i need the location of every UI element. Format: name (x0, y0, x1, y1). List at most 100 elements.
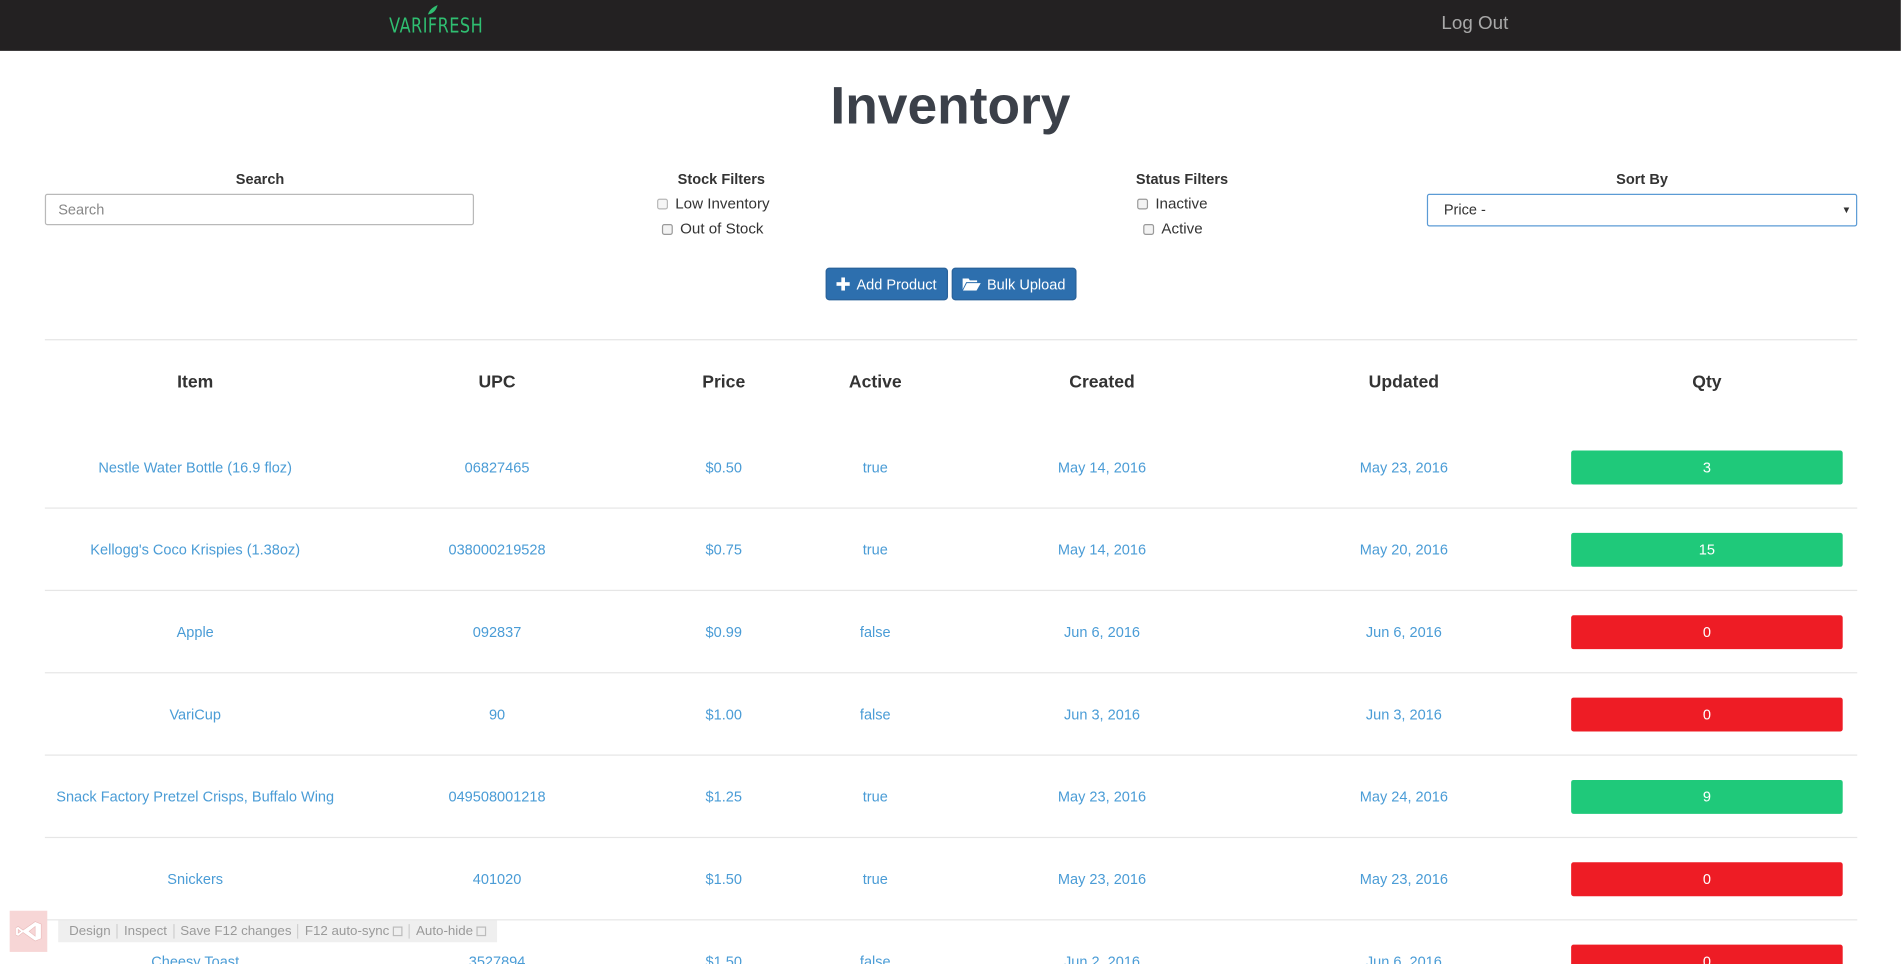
cell-upc[interactable]: 049508001218 (448, 788, 545, 805)
cell-active-flag[interactable]: false (860, 953, 891, 964)
cell-upc[interactable]: 90 (489, 706, 505, 723)
out-of-stock-filter[interactable]: Out of Stock (661, 220, 764, 238)
cell-updated-date[interactable]: Jun 3, 2016 (1366, 706, 1442, 723)
cell-active-flag[interactable]: false (860, 624, 891, 641)
cell-created-date[interactable]: Jun 2, 2016 (1064, 953, 1140, 964)
cell-updated-date[interactable]: May 24, 2016 (1360, 788, 1448, 805)
cell-item-name[interactable]: Nestle Water Bottle (16.9 floz) (98, 459, 292, 476)
cell-price[interactable]: $0.99 (706, 624, 742, 641)
out-of-stock-checkbox[interactable] (661, 223, 673, 235)
column-header-qty[interactable]: Qty (1692, 373, 1721, 392)
qty-badge: 15 (1571, 532, 1843, 567)
cell-created-date[interactable]: May 23, 2016 (1058, 788, 1146, 805)
column-header-created[interactable]: Created (1069, 373, 1134, 392)
cell-created-date[interactable]: May 23, 2016 (1058, 871, 1146, 888)
cell-upc[interactable]: 401020 (473, 871, 522, 888)
cell-upc[interactable]: 06827465 (465, 459, 530, 476)
save-f12-changes-button[interactable]: Save F12 changes (174, 924, 297, 939)
cell-price[interactable]: $0.50 (706, 459, 742, 476)
out-of-stock-label: Out of Stock (680, 220, 764, 238)
cell-price[interactable]: $1.50 (706, 953, 742, 964)
column-header-updated[interactable]: Updated (1369, 373, 1439, 392)
row-divider (44, 589, 1858, 592)
plus-icon (837, 277, 851, 291)
cell-active-flag[interactable]: true (863, 788, 888, 805)
design-toggle[interactable]: Design (63, 924, 117, 939)
column-header-item[interactable]: Item (177, 373, 213, 392)
cell-item-name[interactable]: Snickers (167, 871, 223, 888)
cell-active-flag[interactable]: false (860, 706, 891, 723)
cell-updated-date[interactable]: May 23, 2016 (1360, 871, 1448, 888)
f12-auto-sync-label: F12 auto-sync (304, 924, 390, 939)
search-input[interactable] (44, 193, 475, 226)
brand-logo[interactable]: VARIFRESH (389, 4, 510, 42)
low-inventory-checkbox[interactable] (657, 198, 668, 209)
cell-item-name[interactable]: Apple (177, 624, 214, 641)
qty-badge: 0 (1571, 615, 1843, 650)
auto-hide-toggle[interactable]: Auto-hide (410, 924, 493, 939)
cell-price[interactable]: $1.00 (706, 706, 742, 723)
cell-price[interactable]: $1.50 (706, 871, 742, 888)
cell-item-name[interactable]: VariCup (169, 706, 220, 723)
cell-updated-date[interactable]: Jun 6, 2016 (1366, 953, 1442, 964)
cell-active-flag[interactable]: true (863, 871, 888, 888)
brand-text: VARIFRESH (389, 13, 484, 39)
auto-hide-checkbox[interactable] (476, 926, 487, 937)
inactive-filter[interactable]: Inactive (1137, 195, 1208, 212)
active-checkbox[interactable] (1143, 223, 1155, 235)
cell-updated-date[interactable]: Jun 6, 2016 (1366, 624, 1442, 641)
cell-created-date[interactable]: May 14, 2016 (1058, 541, 1146, 558)
page-title: Inventory (830, 76, 1071, 136)
cell-item-name[interactable]: Cheesy Toast (151, 953, 239, 964)
qty-badge: 3 (1571, 450, 1843, 485)
inactive-checkbox[interactable] (1137, 198, 1149, 209)
auto-hide-label: Auto-hide (416, 924, 474, 939)
cell-active-flag[interactable]: true (863, 459, 888, 476)
column-header-upc[interactable]: UPC (478, 373, 515, 392)
bulk-upload-button[interactable]: Bulk Upload (951, 267, 1077, 301)
sort-select-value: Price - (1443, 201, 1486, 218)
cell-item-name[interactable]: Kellogg's Coco Krispies (1.38oz) (90, 541, 300, 558)
active-label: Active (1161, 220, 1203, 238)
folder-open-icon (962, 277, 981, 291)
sort-select[interactable]: Price - ▼ (1426, 193, 1858, 227)
qty-badge: 9 (1571, 779, 1843, 814)
f12-auto-sync-toggle[interactable]: F12 auto-sync (299, 924, 409, 939)
cell-item-name[interactable]: Snack Factory Pretzel Crisps, Buffalo Wi… (56, 788, 334, 805)
active-filter[interactable]: Active (1143, 220, 1203, 238)
chevron-down-icon: ▼ (1841, 204, 1852, 216)
column-header-active[interactable]: Active (849, 373, 902, 392)
row-divider (44, 836, 1858, 839)
status-filters-label: Status Filters (1135, 170, 1229, 188)
add-product-label: Add Product (856, 275, 937, 293)
cell-upc[interactable]: 092837 (473, 624, 522, 641)
f12-auto-sync-checkbox[interactable] (392, 926, 403, 937)
add-product-button[interactable]: Add Product (825, 267, 949, 301)
section-divider (44, 339, 1858, 341)
qty-badge: 0 (1571, 697, 1843, 732)
bulk-upload-label: Bulk Upload (986, 275, 1066, 293)
cell-price[interactable]: $0.75 (706, 541, 742, 558)
cell-active-flag[interactable]: true (863, 541, 888, 558)
cell-created-date[interactable]: Jun 6, 2016 (1064, 624, 1140, 641)
dev-toolbar: Design Inspect Save F12 changes F12 auto… (9, 908, 498, 954)
stock-filters-label: Stock Filters (677, 170, 765, 188)
cell-created-date[interactable]: Jun 3, 2016 (1064, 706, 1140, 723)
dev-toolbar-items: Design Inspect Save F12 changes F12 auto… (58, 920, 498, 943)
inspect-toggle[interactable]: Inspect (118, 924, 173, 939)
top-navbar: VARIFRESH Log Out (0, 0, 1901, 51)
cell-price[interactable]: $1.25 (706, 788, 742, 805)
cell-upc[interactable]: 038000219528 (448, 541, 545, 558)
low-inventory-label: Low Inventory (675, 194, 770, 212)
cell-updated-date[interactable]: May 23, 2016 (1360, 459, 1448, 476)
cell-created-date[interactable]: May 14, 2016 (1058, 459, 1146, 476)
visual-studio-icon[interactable] (9, 910, 48, 952)
logout-link[interactable]: Log Out (1441, 13, 1508, 35)
column-header-price[interactable]: Price (702, 373, 745, 392)
row-divider (44, 754, 1858, 756)
low-inventory-filter[interactable]: Low Inventory (657, 195, 770, 212)
qty-badge: 0 (1571, 862, 1843, 897)
cell-updated-date[interactable]: May 20, 2016 (1360, 541, 1448, 558)
cell-upc[interactable]: 3527894 (469, 953, 526, 964)
row-divider (44, 507, 1858, 509)
